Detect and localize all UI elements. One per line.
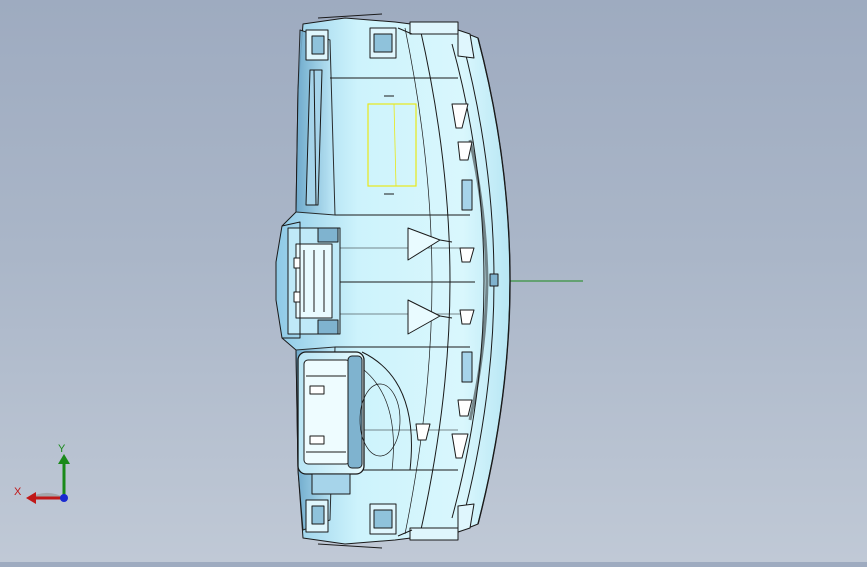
top-right-bracket (409, 21, 459, 35)
cad-viewport[interactable] (0, 0, 867, 562)
model-edge (317, 13, 383, 19)
model-edge (489, 273, 499, 287)
pod-handle-2 (309, 435, 325, 445)
model-edge (461, 351, 473, 383)
coordinate-triad: X Y (10, 440, 80, 510)
left-upper-bracket-inner (311, 35, 325, 55)
bottom-right-wing (457, 503, 475, 533)
model-edge (461, 179, 473, 211)
triad-x-label: X (14, 486, 22, 498)
top-right-wing (457, 29, 475, 59)
dashboard-model[interactable] (275, 13, 511, 549)
triad-z-axis-dot (60, 494, 68, 502)
bottom-right-bracket (409, 527, 459, 541)
pod-right-edge (347, 355, 363, 469)
triad-y-label: Y (58, 443, 66, 455)
top-vent-inner (373, 33, 393, 53)
pod-handle-1 (309, 385, 325, 395)
x-arrow-icon (26, 492, 36, 504)
model-edge (317, 543, 383, 549)
y-arrow-icon (58, 454, 70, 464)
bottom-vent-inner (373, 509, 393, 529)
model-canvas[interactable] (0, 0, 867, 562)
left-lower-bracket-inner (311, 505, 325, 525)
center-module-slot-1 (317, 227, 339, 243)
model-edge (293, 291, 301, 303)
pod-base (311, 473, 351, 495)
center-module-slot-2 (317, 319, 339, 335)
model-edge (293, 257, 301, 269)
